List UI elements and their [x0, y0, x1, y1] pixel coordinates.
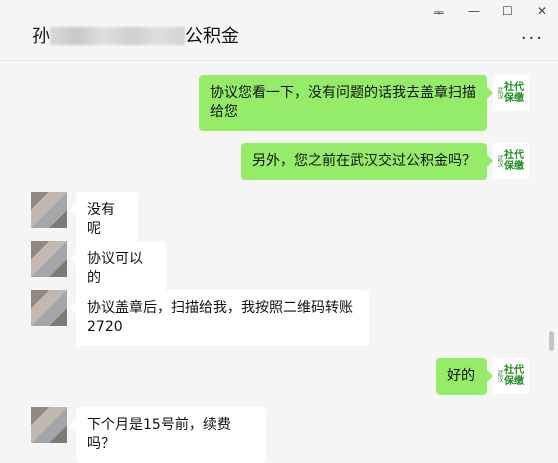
message-bubble[interactable]: 没有呢	[70, 192, 138, 248]
more-options-icon[interactable]: ···	[521, 28, 544, 49]
message-bubble[interactable]: 协议您看一下，没有问题的话我去盖章扫描给您	[199, 75, 493, 131]
chat-header: 孙 公积金 ᆍ — ☐ ✕ ···	[0, 0, 558, 61]
contact-name-suffix: 公积金	[185, 26, 239, 47]
message-bubble[interactable]: 下个月是15号前，续费吗？	[70, 407, 266, 463]
pin-icon[interactable]: ᆍ	[433, 4, 444, 21]
avatar[interactable]	[31, 192, 67, 228]
avatar[interactable]: 武汉 社代保缴	[493, 75, 529, 111]
contact-name-prefix: 孙	[32, 26, 50, 47]
scrollbar-thumb[interactable]	[549, 331, 554, 351]
blurred-avatar-image	[31, 407, 67, 443]
message-bubble[interactable]: 协议可以的	[70, 241, 166, 297]
maximize-icon[interactable]: ☐	[502, 4, 513, 18]
company-logo-icon: 武汉 社代保缴	[493, 143, 529, 179]
avatar[interactable]: 武汉 社代保缴	[493, 143, 529, 179]
blurred-avatar-image	[31, 290, 67, 326]
avatar[interactable]	[31, 290, 67, 326]
company-logo-icon: 武汉 社代保缴	[493, 75, 529, 111]
blurred-avatar-image	[31, 192, 67, 228]
avatar[interactable]	[31, 241, 67, 277]
redacted-name-blur	[50, 27, 185, 45]
minimize-icon[interactable]: —	[468, 4, 480, 18]
message-bubble[interactable]: 另外，您之前在武汉交过公积金吗？	[241, 143, 493, 180]
company-logo-icon: 武汉 社代保缴	[493, 358, 529, 394]
message-bubble[interactable]: 协议盖章后，扫描给我，我按照二维码转账2720	[70, 290, 369, 346]
contact-name[interactable]: 孙 公积金	[32, 22, 239, 48]
avatar[interactable]: 武汉 社代保缴	[493, 358, 529, 394]
avatar[interactable]	[31, 407, 67, 443]
close-icon[interactable]: ✕	[537, 4, 547, 18]
message-bubble[interactable]: 好的	[436, 358, 493, 395]
message-list[interactable]: 协议您看一下，没有问题的话我去盖章扫描给您 武汉 社代保缴 另外，您之前在武汉交…	[0, 61, 558, 463]
blurred-avatar-image	[31, 241, 67, 277]
